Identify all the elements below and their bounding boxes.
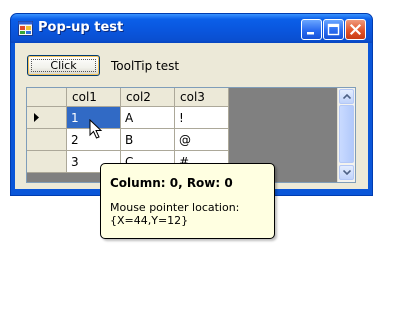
minimize-button[interactable] [301,19,322,40]
column-header-col2[interactable]: col2 [121,88,175,107]
click-button[interactable]: Click [27,55,100,76]
tooltip-test-label: ToolTip test [111,59,180,73]
window-title: Pop-up test [38,20,124,35]
tooltip-line-1: Mouse pointer location: [110,201,240,214]
row-pointer-icon [34,113,39,122]
row-header-1[interactable] [27,107,67,129]
close-icon [349,23,362,36]
grid-corner-header[interactable] [27,88,67,107]
grid-cell-r1-c2[interactable]: A [121,107,175,129]
column-header-col3[interactable]: col3 [175,88,229,107]
grid-cell-r2-c3[interactable]: @ [175,129,229,151]
maximize-icon [327,23,340,36]
minimize-icon [307,32,314,35]
grid-cell-r2-c2[interactable]: B [121,129,175,151]
mouse-pointer-icon [89,119,103,139]
tooltip-title: Column: 0, Row: 0 [110,176,233,190]
grid-cell-r1-c3[interactable]: ! [175,107,229,129]
title-bar[interactable]: Pop-up test [11,14,372,43]
maximize-button[interactable] [323,19,344,40]
tooltip-line-2: {X=44,Y=12} [110,214,189,227]
scroll-up-button[interactable] [339,89,354,104]
tooltip-body: Mouse pointer location: {X=44,Y=12} [110,201,239,227]
column-header-col1[interactable]: col1 [67,88,121,107]
row-header-2[interactable] [27,129,67,151]
scroll-down-button[interactable] [339,165,354,180]
vertical-scrollbar[interactable] [337,88,355,182]
focus-rectangle [31,59,96,72]
scrollbar-thumb[interactable] [339,105,354,163]
chevron-up-icon [343,94,351,99]
chevron-down-icon [343,170,351,175]
close-button[interactable] [345,19,366,40]
row-header-3[interactable] [27,151,67,173]
app-window-icon [18,21,33,36]
tooltip-popup: Column: 0, Row: 0 Mouse pointer location… [100,163,275,239]
